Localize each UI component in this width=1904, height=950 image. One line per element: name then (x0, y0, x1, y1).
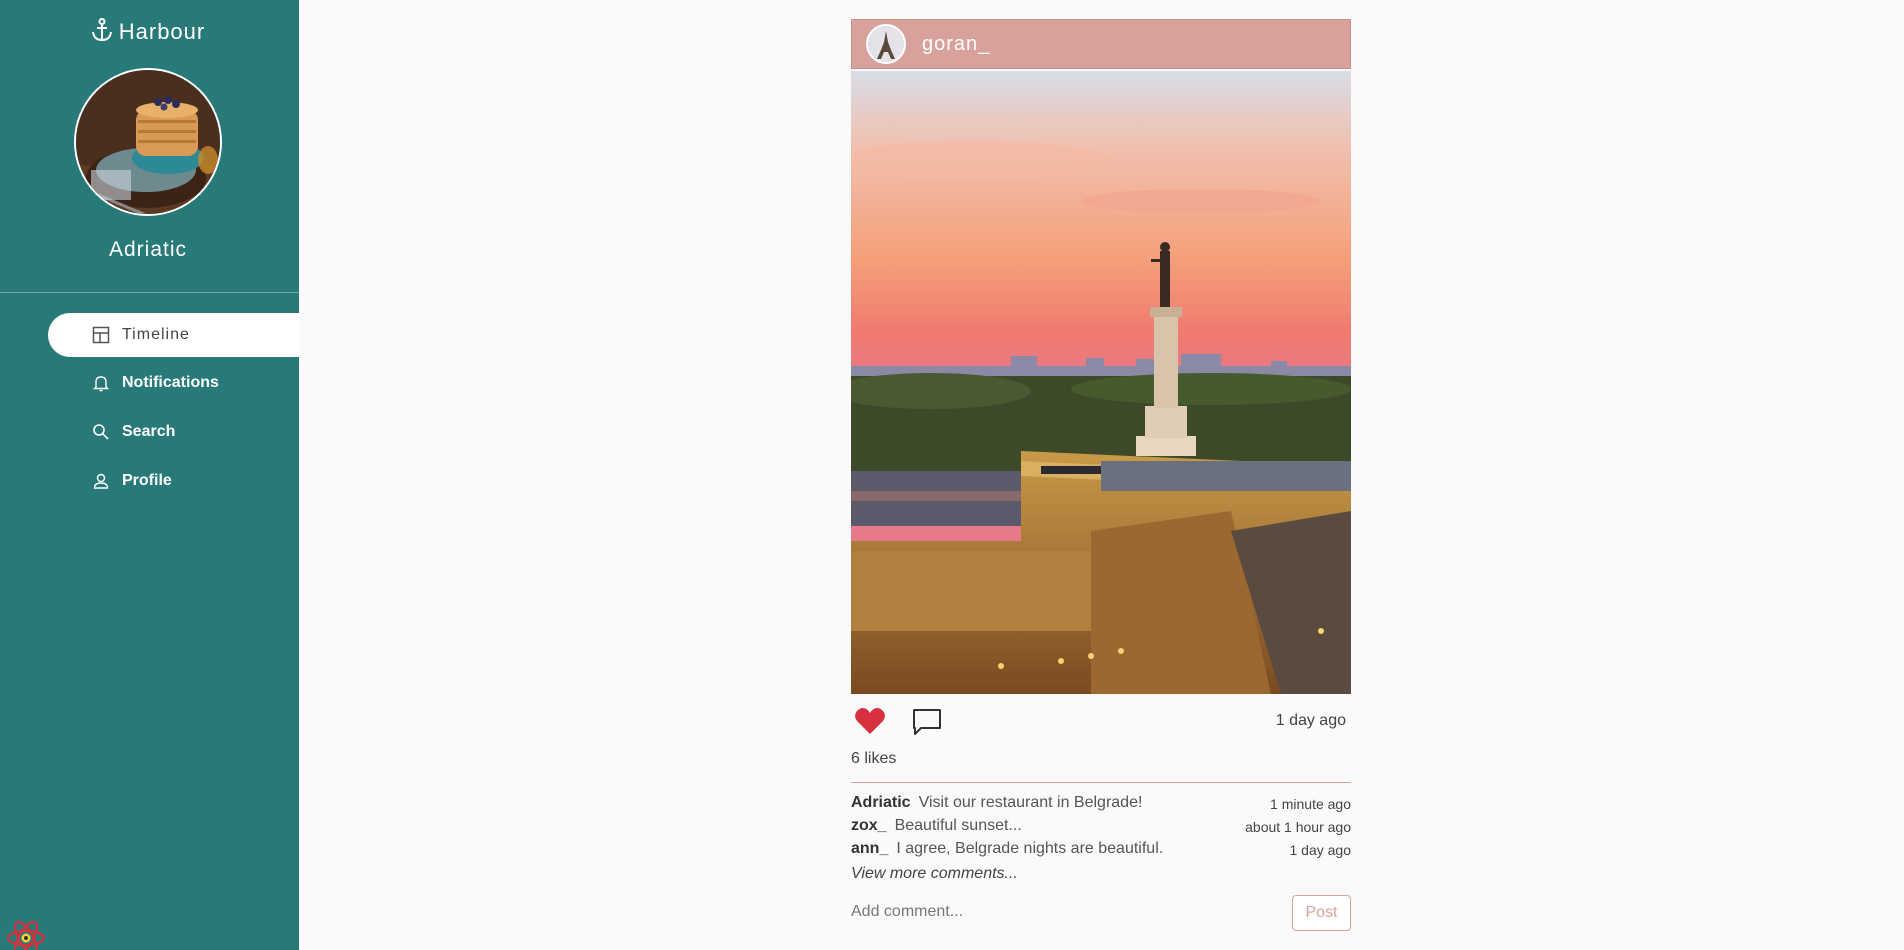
nav-label-notifications: Notifications (122, 374, 219, 391)
comments-list: Adriatic Visit our restaurant in Belgrade… (851, 793, 1351, 862)
comment-time: about 1 hour ago (1245, 819, 1351, 835)
anchor-icon (91, 18, 112, 42)
nav-label-search: Search (122, 423, 176, 440)
comment-text: Beautiful sunset... (894, 817, 1022, 834)
sidebar: Harbour Adriatic Timeline Notifications … (0, 0, 299, 950)
user-icon (93, 473, 109, 489)
comment-text: Visit our restaurant in Belgrade! (918, 794, 1143, 811)
comment-user[interactable]: Adriatic (851, 794, 911, 811)
post-author-avatar[interactable] (866, 24, 906, 64)
heart-icon[interactable] (854, 706, 886, 736)
layout-icon (92, 326, 110, 344)
react-devtools-icon[interactable] (4, 920, 48, 950)
post-card: goran_ 1 day ago 6 likes Adriatic Visit … (851, 19, 1351, 935)
comment-time: 1 minute ago (1270, 796, 1351, 812)
brand-name: Harbour (118, 19, 206, 44)
sidebar-divider (0, 292, 299, 293)
comment-icon[interactable] (912, 708, 942, 736)
nav-item-profile[interactable]: Profile (48, 459, 299, 503)
post-timestamp: 1 day ago (1275, 712, 1346, 729)
post-comment-button[interactable]: Post (1292, 895, 1351, 931)
search-icon (93, 424, 109, 440)
eiffel-tower-image (868, 26, 904, 62)
nav-label-timeline: Timeline (122, 326, 190, 343)
post-image (851, 71, 1351, 694)
comments-divider (851, 782, 1351, 783)
add-comment-input[interactable] (851, 897, 1271, 927)
post-actions: 1 day ago (851, 694, 1351, 750)
profile-username: Adriatic (108, 238, 188, 261)
profile-avatar[interactable] (74, 68, 222, 216)
comment-text: I agree, Belgrade nights are beautiful. (896, 840, 1164, 857)
likes-count: 6 likes (851, 750, 897, 767)
comment-time: 1 day ago (1289, 842, 1352, 858)
nav-item-notifications[interactable]: Notifications (48, 361, 299, 405)
comment-user[interactable]: zox_ (851, 817, 887, 834)
comment-user[interactable]: ann_ (851, 840, 888, 857)
post-author-name[interactable]: goran_ (922, 33, 990, 56)
comment: zox_ Beautiful sunset... about 1 hour ago (851, 816, 1351, 839)
comment: ann_ I agree, Belgrade nights are beautif… (851, 839, 1351, 862)
post-header: goran_ (851, 19, 1351, 69)
nav-item-search[interactable]: Search (48, 410, 299, 454)
add-comment-row: Post (851, 895, 1351, 935)
brand[interactable]: Harbour (0, 18, 296, 45)
nav-item-timeline[interactable]: Timeline (48, 313, 299, 357)
comment: Adriatic Visit our restaurant in Belgrade… (851, 793, 1351, 816)
nav-label-profile: Profile (122, 472, 172, 489)
pancakes-image (76, 70, 220, 214)
bell-icon (92, 376, 110, 392)
view-more-comments-link[interactable]: View more comments... (851, 865, 1351, 883)
